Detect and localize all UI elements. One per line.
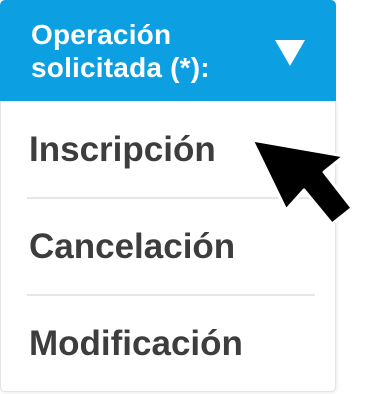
dropdown-label: Operación solicitada (*): [31,18,271,84]
page: Operación solicitada (*): Inscripción Can… [0,0,366,394]
option-label: Cancelación [29,227,236,266]
option-modificacion[interactable]: Modificación [27,295,315,392]
option-label: Inscripción [29,130,216,169]
dropdown-label-line1: Operación [31,19,172,50]
caret-down-icon[interactable] [275,40,305,66]
option-label: Modificación [29,324,243,363]
dropdown-label-line2: solicitada (*): [31,52,210,83]
dropdown-toggle[interactable]: Operación solicitada (*): [0,0,336,101]
mouse-pointer-icon [250,138,354,226]
